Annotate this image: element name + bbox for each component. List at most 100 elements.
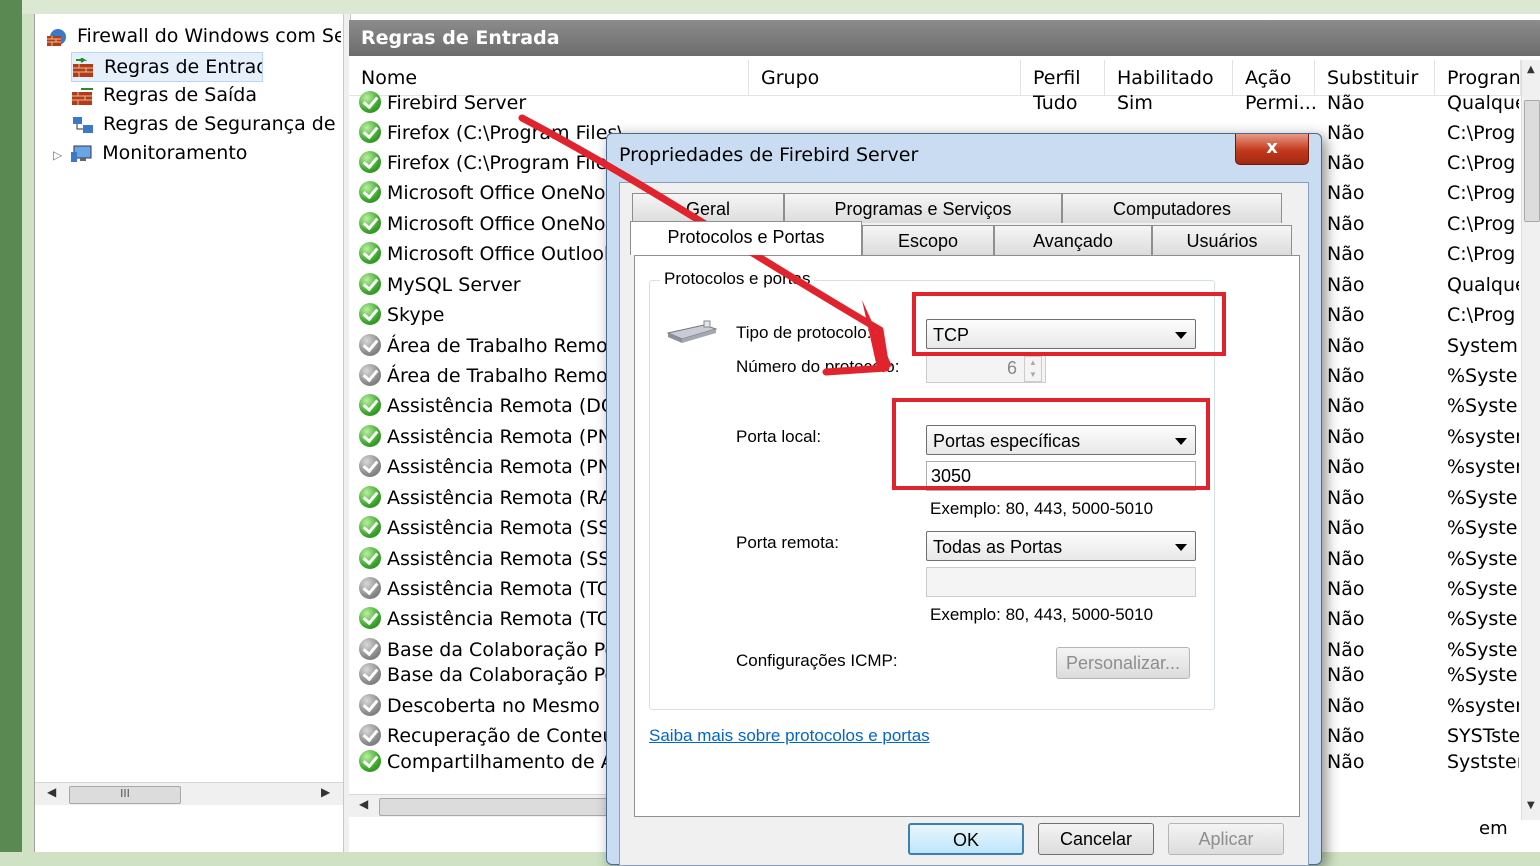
tree-item-label: Regras de Segurança de Co (103, 113, 341, 135)
scroll-thumb[interactable] (1524, 100, 1540, 222)
protocol-number-label: Número do protocolo: (736, 357, 900, 376)
remote-port-label: Porta remota: (736, 533, 839, 552)
enabled-check-icon (359, 749, 381, 772)
override-cell: Não (1327, 695, 1365, 717)
program-cell: %Syster (1447, 395, 1519, 417)
enabled-check-icon (359, 393, 381, 416)
rule-name: Firefox (C:\Program Files (387, 152, 618, 174)
ok-button[interactable]: OK (908, 823, 1024, 855)
partial-cell-text: em (1479, 818, 1508, 839)
disabled-check-icon (359, 363, 381, 386)
program-cell: %Syster (1447, 517, 1519, 539)
override-cell: Não (1327, 335, 1365, 357)
enabled-check-icon (359, 485, 381, 508)
close-button[interactable]: x (1235, 134, 1309, 165)
program-cell: %Syster (1447, 578, 1519, 600)
tab-programs-services[interactable]: Programas e Serviços (784, 193, 1062, 223)
rule-name: Assistência Remota (PNRP (387, 456, 637, 478)
tab-scope[interactable]: Escopo (862, 225, 994, 255)
rule-name: Assistência Remota (PNRP (387, 426, 637, 448)
rule-name: Microsoft Office OneNote (387, 182, 625, 204)
program-cell: %syster (1447, 426, 1519, 448)
properties-dialog: Propriedades de Firebird Server x Geral … (606, 133, 1322, 866)
enabled-check-icon (359, 546, 381, 569)
enabled-cell: Sim (1117, 92, 1153, 114)
expand-arrow-icon[interactable]: ▷ (53, 148, 62, 162)
program-cell: %Syster (1447, 664, 1519, 686)
rule-name: MySQL Server (387, 274, 521, 296)
chevron-down-icon (1175, 544, 1187, 551)
learn-more-link[interactable]: Saiba mais sobre protocolos e portas (649, 726, 930, 746)
scroll-left-icon[interactable]: ◀ (47, 785, 56, 799)
rule-name: Base da Colaboração Pont (387, 664, 636, 686)
override-cell: Não (1327, 548, 1365, 570)
disabled-check-icon (359, 723, 381, 746)
tree-pane: Firewall do Windows com Segu Regras de E… (35, 20, 343, 790)
annotation-box-protocol (912, 292, 1226, 356)
override-cell: Não (1327, 517, 1365, 539)
enabled-check-icon (359, 272, 381, 295)
protocol-number-spinner[interactable]: 6 ▲ ▼ (926, 353, 1046, 383)
rules-horizontal-scrollbar[interactable]: ◀ (349, 794, 649, 817)
enabled-check-icon (359, 90, 381, 113)
spinner-arrows-icon[interactable]: ▲ ▼ (1024, 356, 1042, 382)
override-cell: Não (1327, 487, 1365, 509)
program-cell: C:\Prog (1447, 243, 1516, 265)
icmp-settings-label: Configurações ICMP: (736, 651, 898, 670)
program-cell: C:\Prog (1447, 122, 1516, 144)
network-plug-icon (664, 317, 720, 350)
enabled-check-icon (359, 515, 381, 538)
override-cell: Não (1327, 274, 1365, 296)
disabled-check-icon (359, 637, 381, 660)
override-cell: Não (1327, 304, 1365, 326)
rule-name: Firebird Server (387, 92, 527, 114)
rule-name: Assistência Remota (SSDP (387, 517, 637, 539)
remote-port-input[interactable] (926, 567, 1196, 597)
tab-computers[interactable]: Computadores (1062, 193, 1282, 223)
tab-general[interactable]: Geral (632, 193, 784, 223)
apply-button[interactable]: Aplicar (1168, 823, 1284, 855)
tab-users[interactable]: Usuários (1152, 225, 1292, 255)
scroll-left-icon[interactable]: ◀ (359, 797, 368, 811)
override-cell: Não (1327, 608, 1365, 630)
tree-horizontal-scrollbar[interactable]: ◀ III ▶ (35, 782, 343, 805)
program-cell: %Syster (1447, 365, 1519, 387)
background-green-bar (0, 0, 22, 852)
override-cell: Não (1327, 243, 1365, 265)
local-port-example: Exemplo: 80, 443, 5000-5010 (930, 499, 1154, 518)
remote-port-example: Exemplo: 80, 443, 5000-5010 (930, 605, 1154, 624)
enabled-check-icon (359, 424, 381, 447)
firewall-icon (45, 27, 69, 47)
scroll-thumb[interactable]: III (69, 786, 181, 804)
rule-name: Área de Trabalho Remota (387, 365, 627, 387)
security-rules-icon (71, 115, 95, 135)
tree-item-firewall[interactable]: Firewall do Windows com Segu (45, 22, 341, 50)
disabled-check-icon (359, 333, 381, 356)
protocol-number-value: 6 (1006, 358, 1017, 378)
scroll-up-icon[interactable]: ▲ (1527, 64, 1535, 75)
override-cell: Não (1327, 213, 1365, 235)
protocol-type-label: Tipo de protocolo: (736, 323, 872, 342)
tree-item-security-rules[interactable]: Regras de Segurança de Co (71, 110, 341, 138)
program-cell: %Syster (1447, 548, 1519, 570)
cancel-button[interactable]: Cancelar (1038, 823, 1154, 855)
rules-vertical-scrollbar[interactable]: ▲ ▼ (1521, 60, 1540, 820)
customize-button[interactable]: Personalizar... (1056, 647, 1190, 679)
enabled-check-icon (359, 211, 381, 234)
tab-advanced[interactable]: Avançado (994, 225, 1152, 255)
scroll-thumb[interactable] (379, 798, 641, 816)
table-row[interactable]: Firebird Server Tudo Sim Permi... Não Qualque (349, 88, 1521, 118)
scroll-right-icon[interactable]: ▶ (321, 785, 330, 799)
tree-item-outbound-rules[interactable]: Regras de Saída (71, 81, 341, 109)
rule-name-cell: Firebird Server (359, 88, 749, 118)
scroll-down-icon[interactable]: ▼ (1527, 800, 1535, 811)
program-cell: Qualque (1447, 92, 1519, 114)
tree-item-monitoring[interactable]: ▷ Monitoramento (53, 139, 341, 167)
tab-protocols-ports[interactable]: Protocolos e Portas (630, 221, 862, 255)
enabled-check-icon (359, 302, 381, 325)
override-cell: Não (1327, 92, 1365, 114)
rule-name: Base da Colaboração Pont (387, 639, 636, 661)
tree-item-inbound-rules[interactable]: Regras de Entrada (71, 52, 263, 82)
remote-port-select[interactable]: Todas as Portas (926, 531, 1196, 561)
tree-item-label: Regras de Saída (103, 84, 257, 106)
